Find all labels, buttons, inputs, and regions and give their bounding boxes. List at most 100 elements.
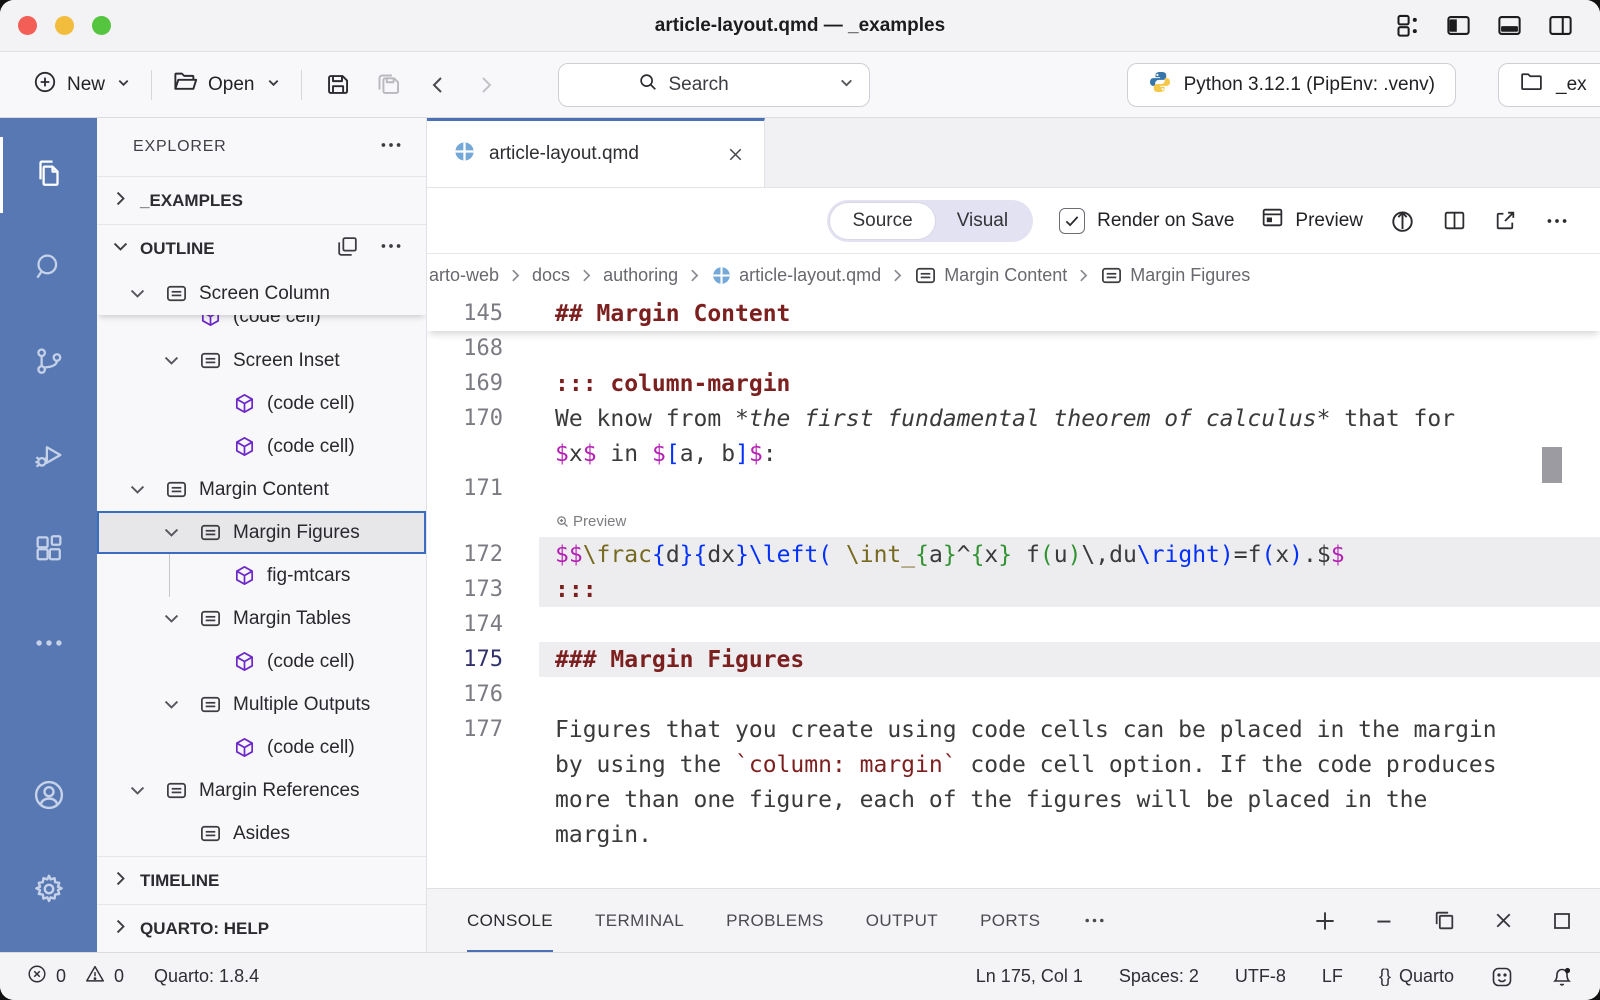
problems-status[interactable]: 0 0 [26,963,124,990]
section-quarto-help[interactable]: QUARTO: HELP [97,904,426,952]
breadcrumb-item[interactable]: Margin Content [914,264,1067,287]
feedback-smiley-icon[interactable] [1490,965,1514,989]
new-console-icon[interactable] [1312,908,1338,934]
sidebar-item-more[interactable] [0,598,97,692]
source-mode-button[interactable]: Source [830,203,934,239]
publish-button[interactable] [1389,207,1416,234]
close-panel-icon[interactable] [1491,908,1516,933]
toggle-bottom-panel-icon[interactable] [1496,12,1523,39]
outline-item-multiple-outputs[interactable]: Multiple Outputs [97,683,426,726]
outline-item-margin-figures[interactable]: Margin Figures [97,511,426,554]
panel-tab-problems[interactable]: PROBLEMS [726,889,824,952]
section-timeline[interactable]: TIMELINE [97,856,426,904]
cursor-position-status[interactable]: Ln 175, Col 1 [976,966,1083,987]
toggle-right-sidebar-icon[interactable] [1547,12,1574,39]
outline-item-screen-column[interactable]: Screen Column [97,272,426,315]
save-button[interactable] [312,65,363,104]
eol-status[interactable]: LF [1322,966,1343,987]
preview-codelens[interactable]: Preview [555,513,626,530]
code-line-172[interactable]: 172$$\frac{d}{dx}\left( \int_{a}^{x} f(u… [427,537,1600,572]
breadcrumb-item[interactable]: article-layout.qmd [711,265,881,286]
code-line-173[interactable]: 173::: [427,572,1600,607]
settings-button[interactable] [0,844,97,938]
editor-scrollbar[interactable] [1542,447,1562,483]
explorer-more-actions-icon[interactable] [378,132,404,163]
section-outline[interactable]: OUTLINE [97,224,426,272]
outline-item-code-cell[interactable]: (code cell) [97,382,426,425]
collapse-all-icon[interactable] [335,234,360,264]
code-line-171[interactable]: 171 [427,471,1600,506]
outline-item-fig-mtcars[interactable]: fig-mtcars [97,554,426,597]
minimize-panel-icon[interactable] [1372,908,1398,934]
outline-item-code-cell[interactable]: (code cell) [97,425,426,468]
outline-more-actions-icon[interactable] [378,233,404,264]
chevron-down-icon[interactable] [838,74,855,96]
code-line-wrap[interactable]: more than one figure, each of the figure… [427,782,1600,817]
breadcrumb-item[interactable]: docs [532,265,570,286]
outline-item-code-cell[interactable]: (code cell) [97,726,426,769]
code-line-145[interactable]: 145## Margin Content [427,296,1600,331]
code-line-wrap[interactable]: $x$ in $[a, b]$: [427,436,1600,471]
interpreter-selector[interactable]: Python 3.12.1 (PipEnv: .venv) [1127,63,1456,107]
maximize-panel-icon[interactable] [1550,909,1574,933]
code-line-170[interactable]: 170We know from *the first fundamental t… [427,401,1600,436]
encoding-status[interactable]: UTF-8 [1235,966,1286,987]
outline-item-margin-content[interactable]: Margin Content [97,468,426,511]
outline-item-screen-inset[interactable]: Screen Inset [97,339,426,382]
panel-tab-output[interactable]: OUTPUT [866,889,938,952]
preview-button[interactable]: Preview [1260,205,1363,236]
customize-layout-icon[interactable] [1394,12,1421,39]
indentation-status[interactable]: Spaces: 2 [1119,966,1199,987]
zoom-window-button[interactable] [92,16,111,35]
breadcrumb-item[interactable]: arto-web [429,265,499,286]
outline-item-margin-tables[interactable]: Margin Tables [97,597,426,640]
code-line-175[interactable]: 175### Margin Figures [427,642,1600,677]
split-editor-button[interactable] [1442,208,1467,233]
code-editor[interactable]: 145## Margin Content168169::: column-mar… [427,296,1600,888]
open-external-button[interactable] [1493,208,1518,233]
sidebar-item-explorer[interactable] [0,128,97,222]
minimize-window-button[interactable] [55,16,74,35]
code-line-177[interactable]: 177Figures that you create using code ce… [427,712,1600,747]
close-window-button[interactable] [18,16,37,35]
sidebar-item-run-debug[interactable] [0,410,97,504]
sidebar-item-extensions[interactable] [0,504,97,598]
navigate-back-button[interactable] [414,67,462,103]
close-tab-icon[interactable] [725,144,746,165]
outline-item-code-cell[interactable]: (code cell) [97,315,426,338]
code-line-wrap[interactable]: margin. [427,817,1600,852]
section-examples[interactable]: _EXAMPLES [97,176,426,224]
workspace-button[interactable]: _ex [1498,63,1600,107]
code-line-176[interactable]: 176 [427,677,1600,712]
panel-tab-terminal[interactable]: TERMINAL [595,889,684,952]
tab-article-layout[interactable]: article-layout.qmd [427,118,765,187]
new-button[interactable]: New [22,63,141,107]
breadcrumb-item[interactable]: Margin Figures [1100,264,1250,287]
save-all-button[interactable] [363,65,414,104]
quarto-version-status[interactable]: Quarto: 1.8.4 [154,966,259,987]
open-button[interactable]: Open [162,62,290,107]
navigate-forward-button[interactable] [462,67,510,103]
outline-item-asides[interactable]: Asides [97,812,426,855]
duplicate-panel-icon[interactable] [1432,908,1457,933]
editor-more-actions-icon[interactable] [1544,208,1570,234]
language-mode-status[interactable]: {} Quarto [1379,966,1454,987]
code-line-174[interactable]: 174 [427,607,1600,642]
breadcrumb-item[interactable]: authoring [603,265,678,286]
notifications-bell-icon[interactable] [1550,965,1574,989]
account-button[interactable] [0,750,97,844]
outline-item-margin-references[interactable]: Margin References [97,769,426,812]
code-line-wrap[interactable]: by using the `column: margin` code cell … [427,747,1600,782]
render-on-save-checkbox[interactable]: Render on Save [1059,208,1234,234]
search-input[interactable]: Search [558,63,870,107]
visual-mode-button[interactable]: Visual [935,203,1030,239]
sidebar-item-source-control[interactable] [0,316,97,410]
code-line-169[interactable]: 169::: column-margin [427,366,1600,401]
panel-tab-console[interactable]: CONSOLE [467,889,553,952]
panel-tab-ports[interactable]: PORTS [980,889,1040,952]
sidebar-item-search[interactable] [0,222,97,316]
outline-item-code-cell[interactable]: (code cell) [97,640,426,683]
panel-more-tabs-icon[interactable] [1082,889,1107,952]
code-line-168[interactable]: 168 [427,331,1600,366]
toggle-left-sidebar-icon[interactable] [1445,12,1472,39]
